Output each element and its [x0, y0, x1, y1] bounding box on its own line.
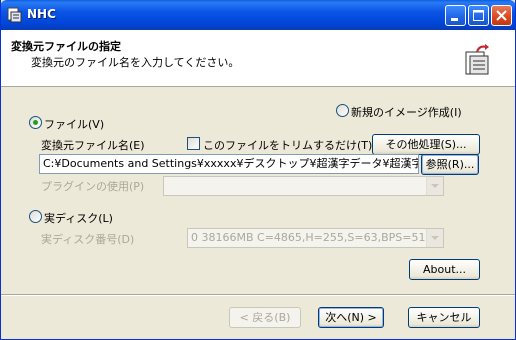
new-image-radio[interactable]: [336, 104, 349, 117]
chevron-down-icon[interactable]: [426, 177, 443, 195]
maximize-icon: [473, 10, 484, 21]
close-button[interactable]: [491, 5, 512, 26]
next-button[interactable]: 次へ(N) >: [318, 307, 384, 328]
disk-number-select[interactable]: 0 38166MB C=4865,H=255,S=63,BPS=512: [187, 228, 444, 248]
browse-button[interactable]: 参照(R)...: [421, 154, 479, 175]
maximize-button[interactable]: [468, 5, 489, 26]
window-title: NHC: [27, 7, 56, 21]
app-icon: [7, 7, 22, 23]
plugin-label: プラグインの使用(P): [41, 180, 145, 193]
source-filename-label: 変換元ファイル名(E): [41, 139, 145, 152]
header-title: 変換元ファイルの指定: [11, 40, 121, 53]
minimize-icon: [451, 18, 458, 21]
disk-number-value: 0 38166MB C=4865,H=255,S=63,BPS=512: [191, 231, 433, 244]
radio-selected-dot: [33, 120, 38, 125]
title-bar[interactable]: NHC: [1, 0, 515, 30]
trim-checkbox-label[interactable]: このファイルをトリムするだけ(T): [203, 137, 372, 153]
about-button[interactable]: About...: [409, 259, 480, 280]
wizard-header: 変換元ファイルの指定 変換元のファイル名を入力してください。: [1, 30, 515, 87]
wizard-window: NHC 変換元ファイルの指定 変換元のファイル名を入力してください。 新規のイメ…: [0, 0, 516, 340]
file-radio[interactable]: [29, 116, 42, 129]
plugin-select[interactable]: [163, 176, 444, 196]
cancel-button[interactable]: キャンセル: [408, 307, 480, 328]
close-icon: [496, 10, 507, 21]
file-radio-label[interactable]: ファイル(V): [44, 116, 104, 132]
trim-checkbox[interactable]: [187, 137, 200, 150]
back-button[interactable]: < 戻る(B): [229, 307, 301, 328]
footer-separator: [1, 294, 515, 296]
header-subtitle: 変換元のファイル名を入力してください。: [31, 56, 240, 69]
other-processing-button[interactable]: その他処理(S)...: [372, 134, 480, 155]
disk-number-label: 実ディスク番号(D): [41, 233, 135, 246]
new-image-label[interactable]: 新規のイメージ作成(I): [351, 104, 462, 120]
file-copy-icon: [465, 44, 489, 75]
physical-disk-radio[interactable]: [29, 210, 42, 223]
chevron-down-icon[interactable]: [426, 229, 443, 247]
source-path-input[interactable]: C:¥Documents and Settings¥xxxxx¥デスクトップ¥超…: [39, 154, 419, 174]
physical-disk-label[interactable]: 実ディスク(L): [44, 210, 113, 226]
minimize-button[interactable]: [445, 5, 466, 26]
